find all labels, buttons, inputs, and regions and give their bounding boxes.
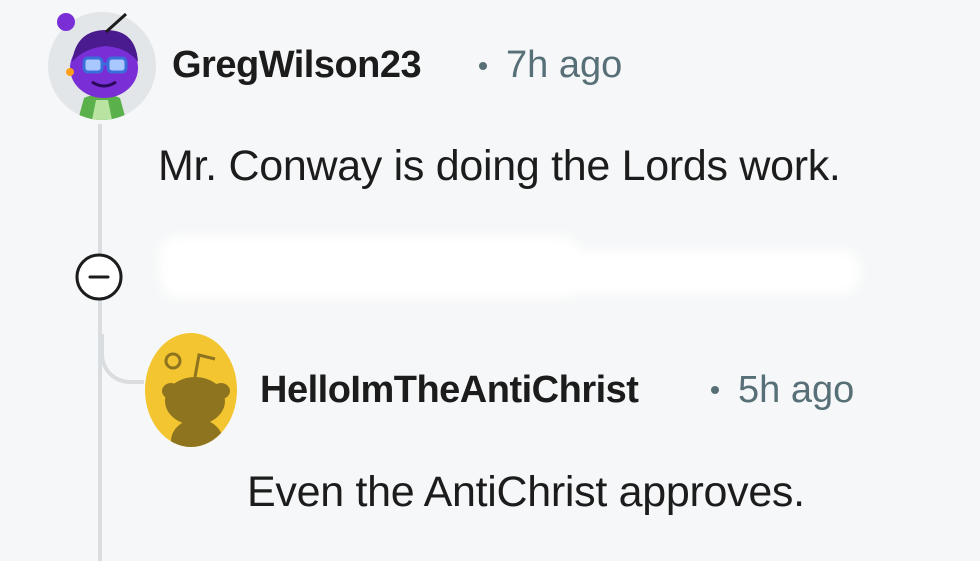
comment-timestamp[interactable]: 7h ago (506, 44, 622, 87)
reply-branch-line (100, 334, 144, 384)
comment-body: Mr. Conway is doing the Lords work. (158, 142, 841, 190)
comment-timestamp[interactable]: 5h ago (738, 369, 854, 412)
comment-body: Even the AntiChrist approves. (247, 468, 805, 516)
avatar[interactable] (145, 333, 237, 447)
snoo-avatar-purple-icon (48, 12, 156, 120)
thread-line (98, 124, 102, 254)
minus-circle-icon (75, 253, 123, 301)
comment-author[interactable]: HelloImTheAntiChrist (260, 369, 639, 412)
comment-author[interactable]: GregWilson23 (172, 44, 422, 87)
separator-dot (479, 62, 487, 70)
snoo-avatar-yellow-icon (145, 333, 237, 447)
separator-dot (711, 386, 719, 394)
collapse-thread-button[interactable] (73, 251, 125, 303)
avatar[interactable] (48, 12, 156, 120)
